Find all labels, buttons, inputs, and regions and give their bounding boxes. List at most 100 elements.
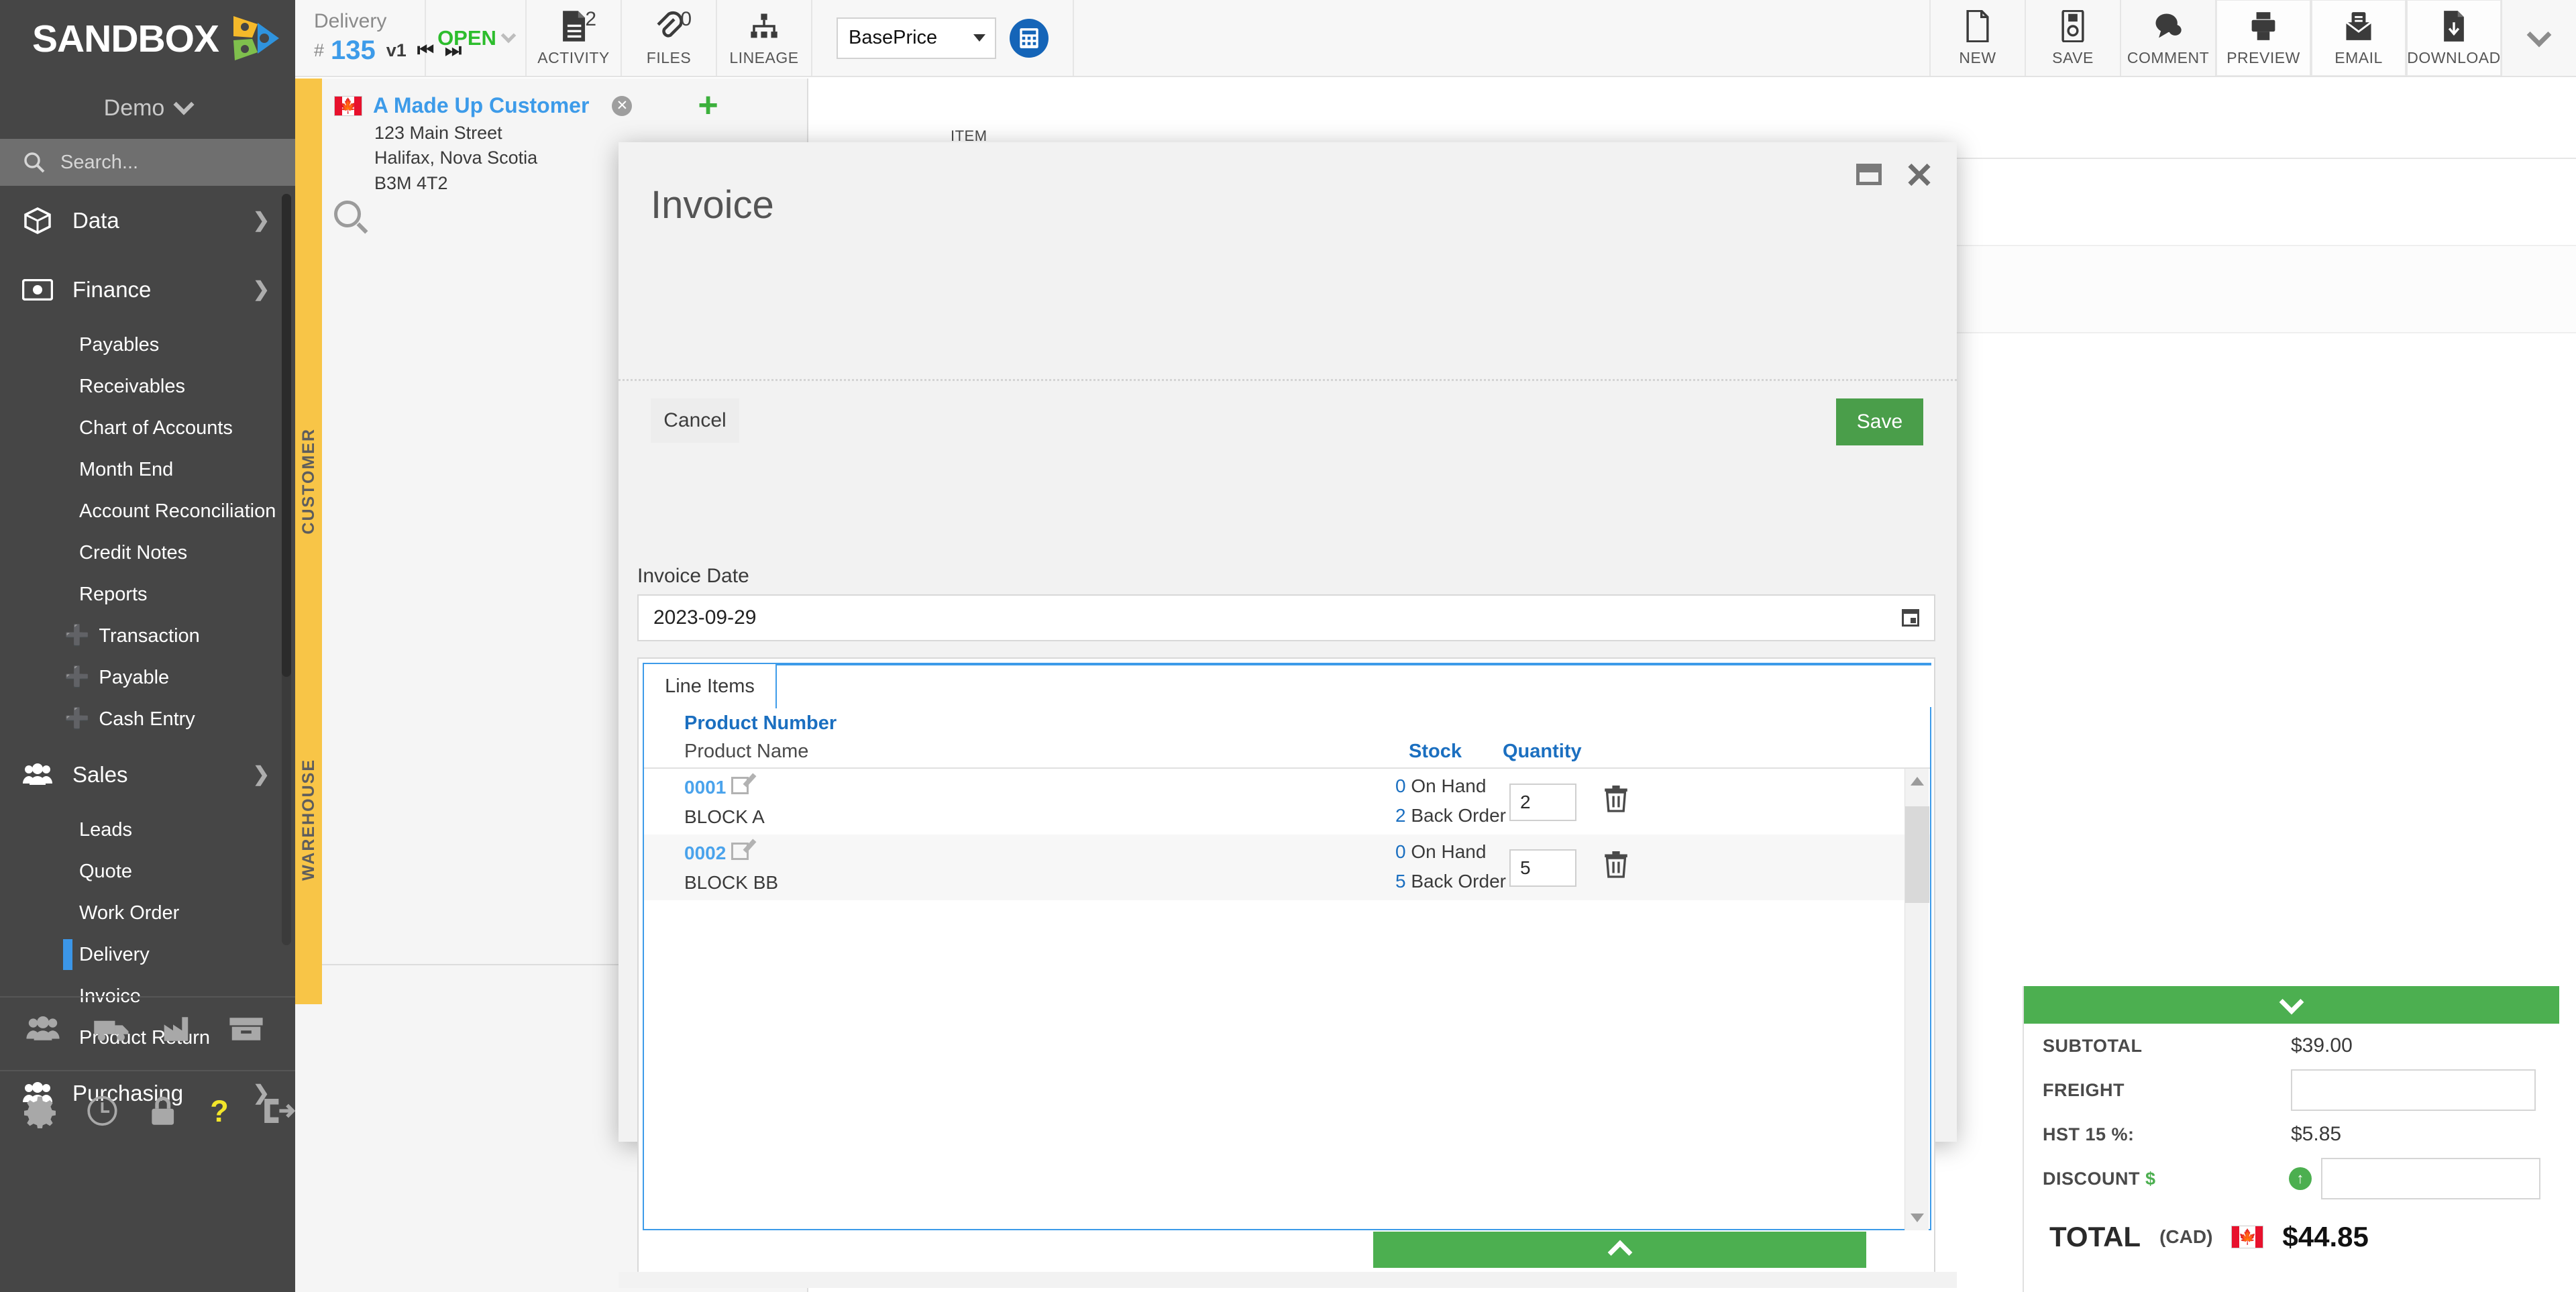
scrollbar-thumb[interactable] [1905,806,1929,903]
document-hash: # [314,40,325,61]
trash-icon [1605,786,1627,812]
discount-apply-icon[interactable]: ↑ [2288,1167,2312,1190]
paperclip-icon [655,9,682,44]
preview-button[interactable]: PREVIEW [2216,0,2312,76]
maximize-icon[interactable] [1856,164,1882,185]
column-header-stock: Stock [1409,741,1462,762]
logo-text: SANDBOX [32,17,219,60]
tab-line-items[interactable]: Line Items [643,663,777,708]
activity-button[interactable]: 2 ACTIVITY [527,0,622,76]
customer-name[interactable]: A Made Up Customer [373,93,589,118]
sidebar-item-payables[interactable]: Payables [0,324,295,366]
people-icon[interactable] [24,1016,62,1042]
archive-icon[interactable] [228,1016,264,1042]
lineage-button[interactable]: LINEAGE [717,0,812,76]
product-number-link[interactable]: 0001 [684,777,726,798]
discount-input[interactable] [2320,1158,2540,1199]
discount-currency-symbol[interactable]: $ [2145,1169,2156,1189]
product-number-link[interactable]: 0002 [684,843,726,864]
sidebar-group-data[interactable]: Data ❯ [0,186,295,255]
sidebar-item-month-end[interactable]: Month End [0,449,295,490]
on-hand-label: On Hand [1411,841,1487,862]
quantity-input[interactable]: 5 [1509,849,1576,887]
org-switcher[interactable]: Demo [0,77,295,139]
sidebar-item-delivery[interactable]: Delivery [0,934,295,975]
invoice-date-input[interactable]: 2023-09-29 [637,594,1935,641]
totals-collapse-toggle[interactable] [2024,986,2559,1024]
sidebar-group-finance[interactable]: Finance ❯ [0,255,295,324]
search-input[interactable]: Search... [0,139,295,186]
truck-icon[interactable] [93,1016,131,1042]
comment-button[interactable]: COMMENT [2121,0,2216,76]
comment-label: COMMENT [2127,49,2210,66]
sidebar-item-leads[interactable]: Leads [0,809,295,851]
sidebar-action-new-transaction[interactable]: ➕ Transaction [0,615,295,657]
sidebar-item-work-order[interactable]: Work Order [0,892,295,934]
list-item[interactable]: 0001 BLOCK A 0 On Hand 2 Back Order 2 [644,769,1930,835]
save-label: SAVE [2052,49,2094,66]
email-button[interactable]: EMAIL [2312,0,2407,76]
status-dropdown[interactable]: OPEN [426,0,527,76]
scroll-up-icon[interactable] [1911,777,1924,786]
files-label: FILES [646,49,692,66]
sidebar-item-chart-of-accounts[interactable]: Chart of Accounts [0,407,295,449]
save-button[interactable]: Save [1836,398,1923,445]
calculator-button[interactable] [1010,18,1049,58]
clear-customer-icon[interactable]: ✕ [612,95,633,116]
line-items-grid: Product Number Product Name Stock Quanti… [643,707,1931,1230]
close-icon[interactable] [1906,161,1933,188]
delete-line-item-button[interactable] [1603,784,1629,813]
quantity-input[interactable]: 2 [1509,784,1576,821]
files-button[interactable]: 0 FILES [622,0,717,76]
sidebar-item-label: Receivables [79,375,185,397]
lock-icon[interactable] [149,1093,176,1128]
sidebar-item-receivables[interactable]: Receivables [0,366,295,407]
totals-row-hst: HST 15 %: $5.85 [2024,1112,2559,1156]
sidebar-action-new-payable[interactable]: ➕ Payable [0,657,295,698]
delete-line-item-button[interactable] [1603,849,1629,879]
total-label: TOTAL [2049,1221,2141,1252]
price-list-control: BasePrice [812,0,1074,76]
add-customer-icon[interactable]: + [698,88,718,123]
scrollbar-thumb[interactable] [282,194,291,677]
download-button[interactable]: DOWNLOAD [2407,0,2502,76]
sidebar-group-label: Data [72,207,119,233]
list-item[interactable]: 0002 BLOCK BB 0 On Hand 5 Back Order 5 [644,835,1930,900]
help-icon[interactable]: ? [207,1093,231,1128]
price-list-select[interactable]: BasePrice [837,17,996,59]
app-logo[interactable]: SANDBOX [0,0,295,77]
logout-icon[interactable] [262,1095,295,1127]
invoice-date-label: Invoice Date [637,565,749,587]
freight-input[interactable] [2291,1069,2536,1111]
sidebar-group-sales[interactable]: Sales ❯ [0,740,295,809]
sidebar-item-credit-notes[interactable]: Credit Notes [0,532,295,574]
edit-icon[interactable] [731,777,749,794]
sidebar-action-new-cash-entry[interactable]: ➕ Cash Entry [0,698,295,740]
sidebar-item-reports[interactable]: Reports [0,574,295,615]
sidebar-item-label: Reports [79,583,148,605]
sidebar-nav: Data ❯ Finance ❯ Payables Receivables Ch… [0,186,295,1122]
status-badge: OPEN [437,25,496,50]
plus-icon: ➕ [64,625,90,647]
calendar-icon[interactable] [1902,609,1919,627]
sidebar-item-quote[interactable]: Quote [0,851,295,892]
total-value: $44.85 [2282,1221,2369,1252]
clock-icon[interactable] [87,1093,118,1128]
customer-search-icon[interactable] [334,201,361,227]
sidebar-scrollbar[interactable] [282,194,291,945]
save-button[interactable]: SAVE [2026,0,2121,76]
line-items-scrollbar[interactable] [1904,769,1929,1230]
gear-icon[interactable] [24,1093,56,1128]
cancel-button[interactable]: Cancel [651,398,739,443]
toolbar-overflow-button[interactable] [2502,0,2576,76]
plus-icon: ➕ [64,666,90,688]
modal-collapse-toggle[interactable] [1373,1232,1866,1268]
factory-icon[interactable] [162,1016,197,1042]
scroll-down-icon[interactable] [1911,1214,1924,1222]
new-button[interactable]: NEW [1931,0,2026,76]
tab-underline [643,663,1931,665]
sidebar-item-account-reconciliation[interactable]: Account Reconciliation [0,490,295,532]
edit-icon[interactable] [731,843,749,860]
search-icon [24,152,45,173]
activity-label: ACTIVITY [537,49,610,66]
